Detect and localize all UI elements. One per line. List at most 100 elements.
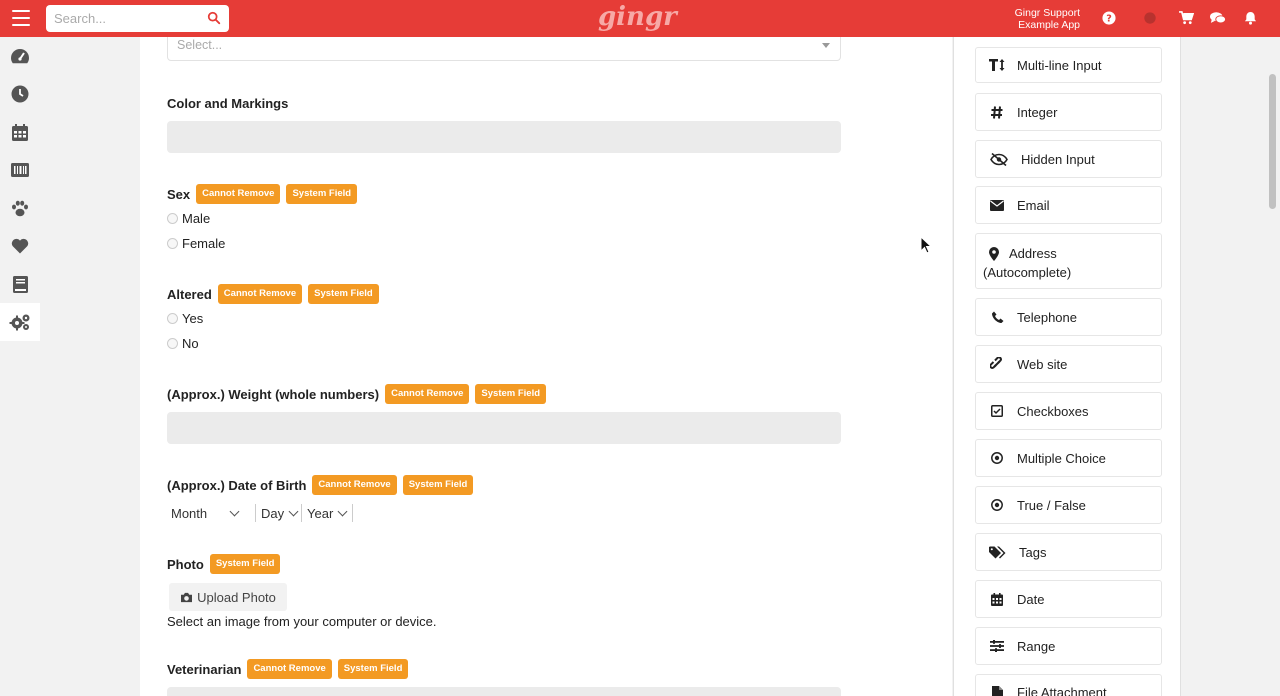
system-field-badge: System Field (475, 384, 547, 404)
upload-photo-label: Upload Photo (197, 589, 276, 605)
radio-option-no[interactable]: No (167, 336, 199, 351)
settings-gears-icon[interactable] (0, 303, 40, 341)
tool-label: Email (1017, 197, 1050, 213)
dob-day-select[interactable]: Day (261, 503, 299, 523)
cannot-remove-badge: Cannot Remove (247, 659, 332, 679)
photo-field-label: Photo System Field (167, 554, 281, 574)
radio-option-yes[interactable]: Yes (167, 311, 203, 326)
cannot-remove-badge: Cannot Remove (385, 384, 470, 404)
search-box (46, 5, 229, 32)
dob-field-label: (Approx.) Date of Birth Cannot Remove Sy… (167, 475, 474, 495)
radio-button[interactable] (167, 313, 178, 324)
gingr-logo[interactable]: gingr (598, 2, 677, 32)
dashboard-icon[interactable] (0, 37, 40, 75)
search-input[interactable] (54, 11, 204, 26)
dot-circle-icon (989, 497, 1005, 513)
paw-icon[interactable] (0, 189, 40, 227)
dob-year-select[interactable]: Year (307, 503, 348, 523)
radio-label: Male (182, 211, 211, 226)
text-height-icon (989, 57, 1005, 73)
radio-option-female[interactable]: Female (167, 236, 225, 251)
system-field-badge: System Field (286, 184, 358, 204)
tool-date[interactable]: Date (975, 580, 1162, 618)
search-icon[interactable] (207, 11, 221, 25)
divider (301, 504, 302, 522)
tool-file-attachment[interactable]: File Attachment (975, 674, 1162, 696)
upload-photo-button[interactable]: Upload Photo (169, 583, 287, 611)
system-field-badge: System Field (337, 659, 409, 679)
chevron-down-icon (337, 506, 348, 516)
radio-button[interactable] (167, 338, 178, 349)
radio-label: Yes (182, 311, 204, 326)
radio-button[interactable] (167, 213, 178, 224)
cart-icon[interactable] (1178, 10, 1194, 26)
veterinarian-input[interactable] (167, 687, 841, 696)
tool-multiple-choice[interactable]: Multiple Choice (975, 439, 1162, 477)
color-markings-input[interactable] (167, 121, 841, 153)
tool-label: Hidden Input (1021, 151, 1095, 167)
radio-label: Female (182, 236, 226, 251)
user-account-menu[interactable]: Gingr Support Example App (1000, 7, 1080, 31)
radio-label: No (182, 336, 199, 351)
help-icon[interactable]: ? (1101, 10, 1117, 26)
svg-text:?: ? (1106, 14, 1112, 25)
select-value: Day (261, 505, 285, 521)
tool-label-line2: (Autocomplete) (983, 265, 1072, 280)
tool-label: Tags (1019, 544, 1047, 560)
field-label-text: Color and Markings (167, 96, 289, 111)
map-marker-icon (989, 246, 999, 262)
chat-icon[interactable] (1210, 10, 1226, 26)
tool-range[interactable]: Range (975, 627, 1162, 665)
select-value: Month (171, 505, 208, 521)
tool-telephone[interactable]: Telephone (975, 298, 1162, 336)
heart-icon[interactable] (0, 227, 40, 265)
tool-checkboxes[interactable]: Checkboxes (975, 392, 1162, 430)
sliders-icon (989, 638, 1005, 654)
divider (352, 504, 353, 522)
status-dot-icon[interactable] (1142, 10, 1158, 26)
tool-multi-line-input[interactable]: Multi-line Input (975, 47, 1162, 83)
form-builder-canvas: Select... Color and Markings Sex Cannot … (140, 37, 952, 696)
select-dropdown[interactable]: Select... (167, 37, 841, 61)
radio-button[interactable] (167, 238, 178, 249)
left-icon-rail (0, 37, 40, 696)
tool-label: Telephone (1017, 309, 1077, 325)
calendar-icon (989, 591, 1005, 607)
tool-label: Checkboxes (1017, 403, 1089, 419)
clock-icon[interactable] (0, 75, 40, 113)
book-icon[interactable] (0, 265, 40, 303)
barcode-icon[interactable] (0, 151, 40, 189)
tool-web-site[interactable]: Web site (975, 345, 1162, 383)
calendar-icon[interactable] (0, 113, 40, 151)
tool-label: Multi-line Input (1017, 57, 1102, 73)
tool-integer[interactable]: Integer (975, 93, 1162, 131)
page-scrollbar[interactable] (1266, 37, 1280, 696)
dob-month-select[interactable]: Month (171, 503, 240, 523)
chevron-down-icon (288, 506, 299, 516)
tool-address-autocomplete[interactable]: Address (Autocomplete) (975, 233, 1162, 289)
tool-tags[interactable]: Tags (975, 533, 1162, 571)
sex-field-label: Sex Cannot Remove System Field (167, 184, 358, 204)
chevron-down-icon (229, 506, 240, 516)
altered-field-label: Altered Cannot Remove System Field (167, 284, 379, 304)
top-navbar: gingr Gingr Support Example App ? (0, 0, 1280, 37)
tool-label: Multiple Choice (1017, 450, 1106, 466)
weight-input[interactable] (167, 412, 841, 444)
radio-option-male[interactable]: Male (167, 211, 210, 226)
tool-hidden-input[interactable]: Hidden Input (975, 140, 1162, 178)
app-name: Example App (1018, 19, 1080, 31)
caret-down-icon (822, 43, 830, 48)
tool-label: Web site (1017, 356, 1068, 372)
scrollbar-thumb[interactable] (1269, 74, 1276, 209)
notifications-bell-icon[interactable] (1242, 10, 1258, 26)
mouse-cursor-icon (920, 236, 932, 254)
field-label-text: (Approx.) Date of Birth (167, 477, 307, 493)
system-field-badge: System Field (209, 554, 281, 574)
tool-email[interactable]: Email (975, 186, 1162, 224)
user-name: Gingr Support (1014, 7, 1080, 19)
system-field-badge: System Field (308, 284, 379, 304)
hamburger-menu-icon[interactable] (12, 10, 30, 26)
tool-true-false[interactable]: True / False (975, 486, 1162, 524)
tool-label: True / False (1017, 497, 1086, 513)
tool-label: Range (1017, 638, 1056, 654)
